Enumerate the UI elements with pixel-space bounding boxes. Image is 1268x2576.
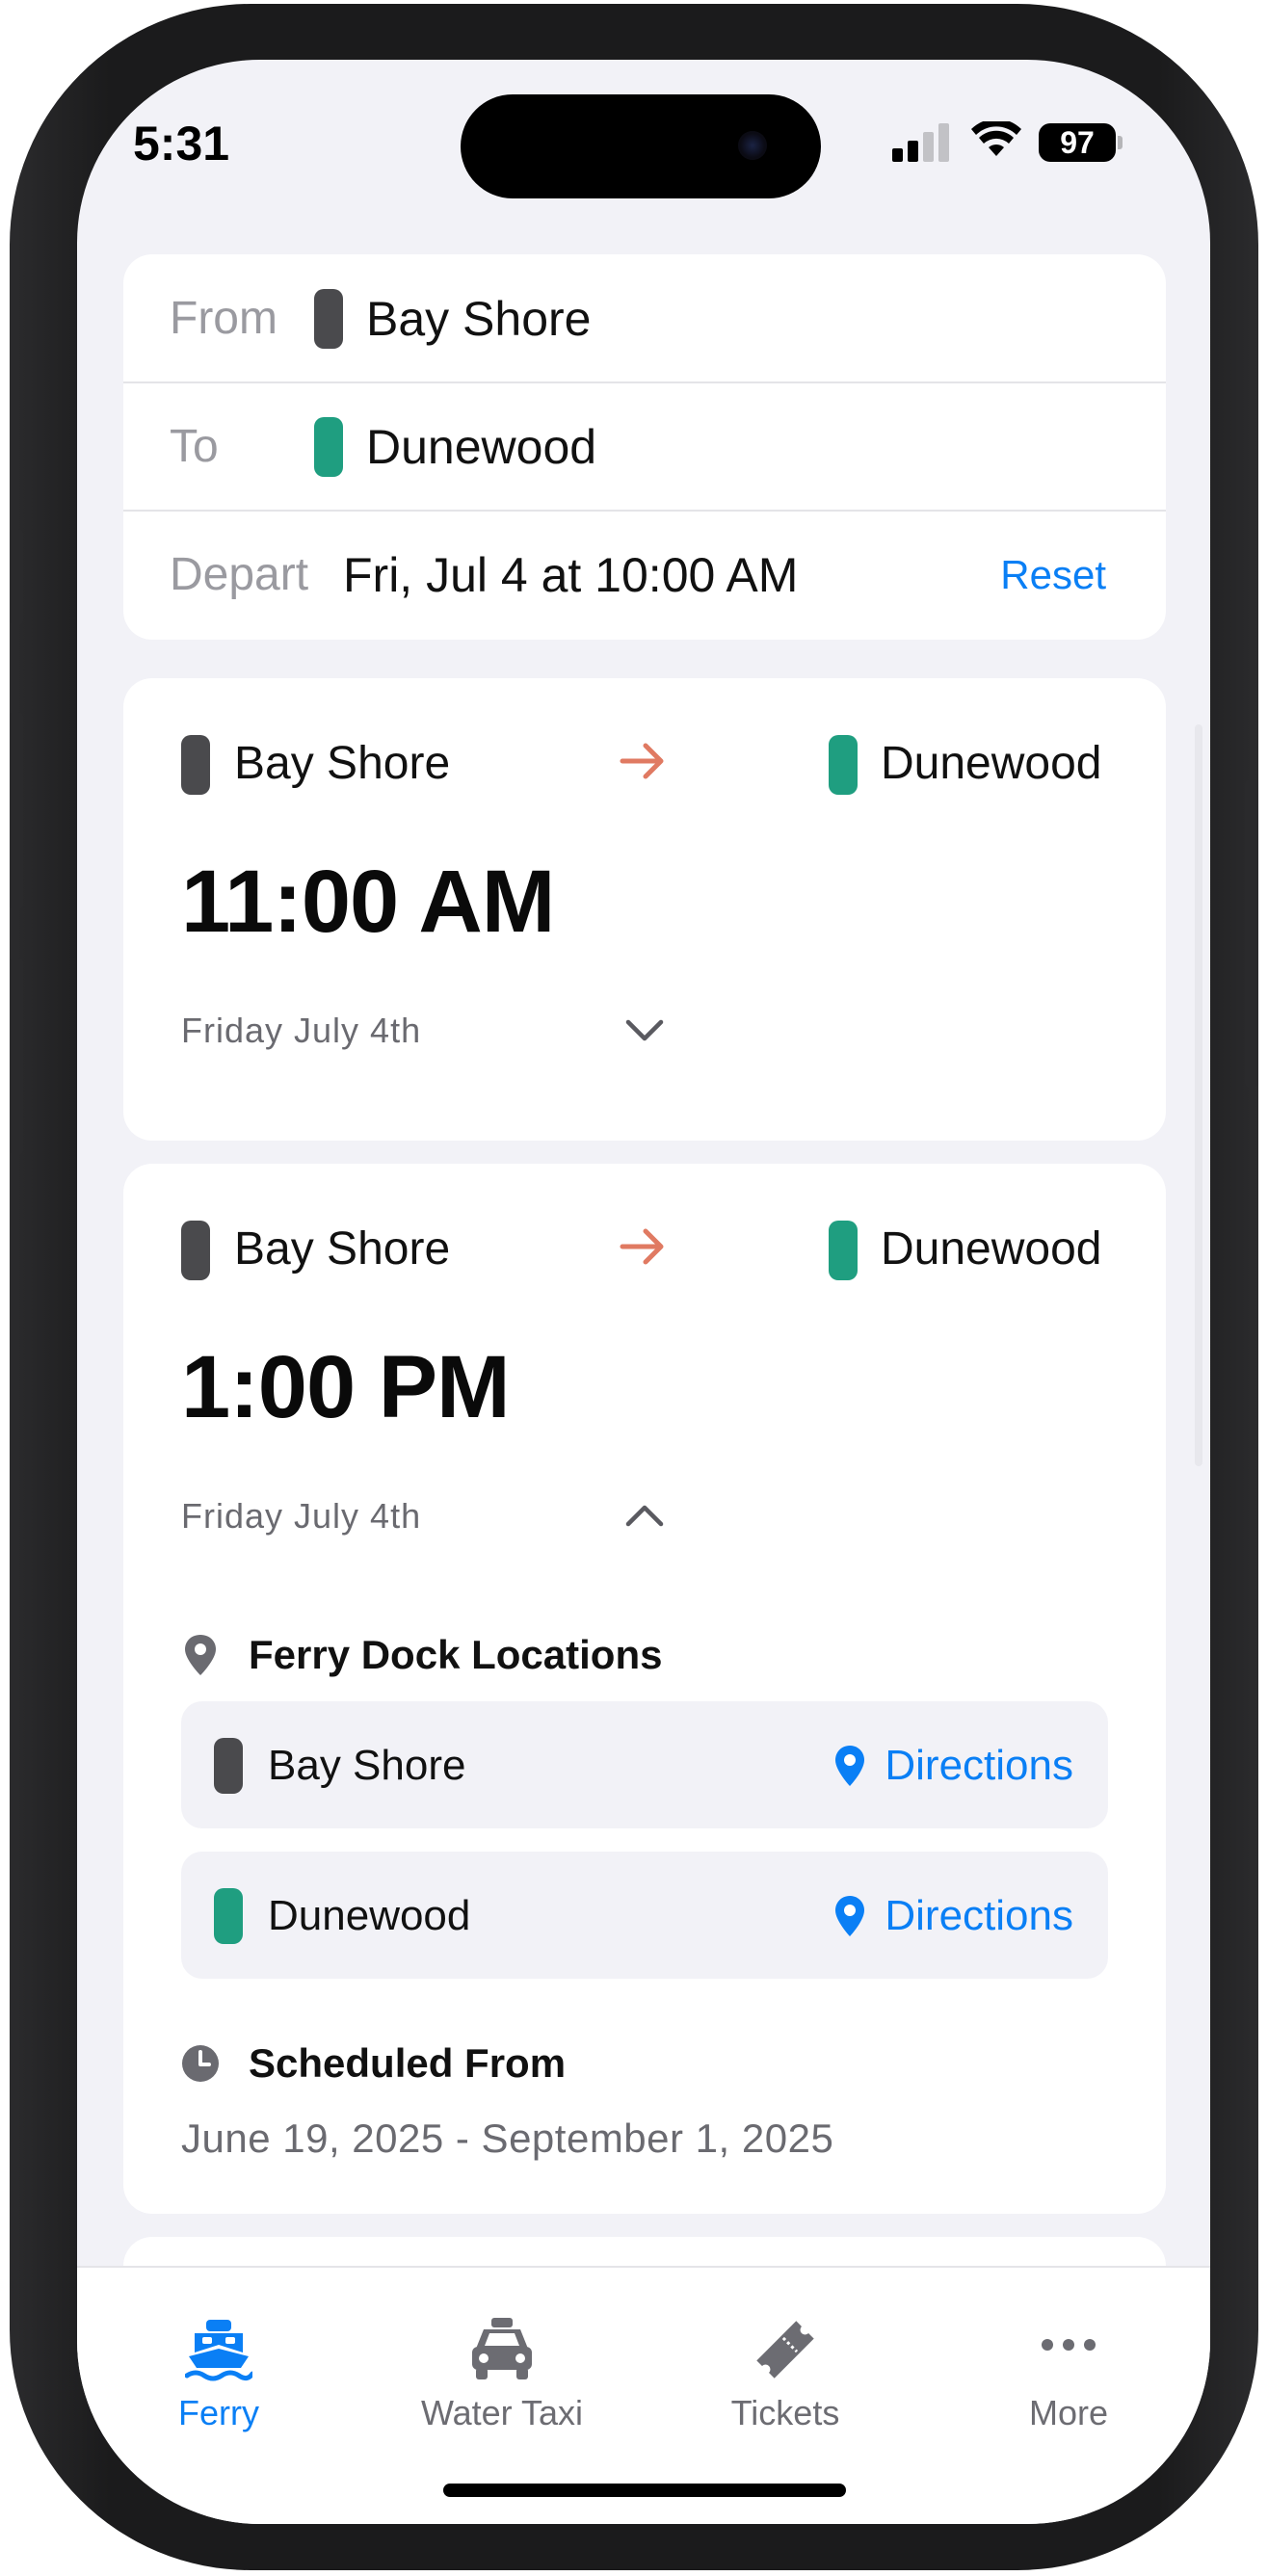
scrollbar[interactable] <box>1195 724 1202 1466</box>
action-button <box>10 529 23 625</box>
directions-link[interactable]: Directions <box>832 1892 1073 1940</box>
tab-water-taxi[interactable]: Water Taxi <box>360 2268 644 2460</box>
dock-locations-header: Ferry Dock Locations <box>181 1628 662 1682</box>
scheduled-from-header: Scheduled From <box>181 2037 566 2090</box>
schedule-range: June 19, 2025 - September 1, 2025 <box>181 2116 834 2161</box>
depart-row[interactable]: Depart Fri, Jul 4 at 10:00 AM Reset <box>123 511 1166 639</box>
to-row[interactable]: To Dunewood <box>123 382 1166 511</box>
depart-value: Fri, Jul 4 at 10:00 AM <box>343 547 799 602</box>
trip-route: Bay Shore Dunewood <box>123 1217 1166 1284</box>
taxi-icon <box>472 2318 532 2379</box>
tab-label: Tickets <box>730 2393 840 2432</box>
trip-date: Friday July 4th <box>181 1011 422 1050</box>
directions-label: Directions <box>885 1892 1073 1939</box>
to-label: To <box>170 421 219 472</box>
dynamic-island <box>461 94 821 198</box>
trip-search-form: From Bay Shore To Dunewood Depart Fri, J… <box>123 254 1166 640</box>
destination-pill <box>829 735 858 795</box>
tab-label: Water Taxi <box>420 2393 584 2432</box>
from-value: Bay Shore <box>366 291 592 346</box>
arrow-right-icon <box>620 743 664 779</box>
status-time: 5:31 <box>133 117 230 171</box>
tab-label: Ferry <box>178 2393 259 2432</box>
destination-pill <box>829 1221 858 1280</box>
scheduled-from-title: Scheduled From <box>249 2040 567 2086</box>
trip-date: Friday July 4th <box>181 1496 422 1536</box>
clock-icon <box>182 2045 219 2082</box>
phone-frame: 5:31 97 From Bay Shore To Dunewood Depar… <box>10 4 1258 2570</box>
tab-tickets[interactable]: Tickets <box>644 2268 927 2460</box>
dock-row: Dunewood Directions <box>181 1852 1108 1979</box>
trip-route: Bay Shore Dunewood <box>123 731 1166 799</box>
ferry-icon <box>185 2320 252 2381</box>
map-pin-icon <box>185 1635 216 1675</box>
destination-pill <box>314 416 343 477</box>
location-pin-icon <box>835 1896 865 1936</box>
trip-origin: Bay Shore <box>234 1223 451 1275</box>
chevron-up-icon[interactable] <box>622 1493 667 1538</box>
chevron-down-icon[interactable] <box>622 1008 667 1052</box>
wifi-icon <box>971 121 1021 156</box>
tab-ferry[interactable]: Ferry <box>77 2268 360 2460</box>
trip-time: 1:00 PM <box>181 1338 511 1436</box>
directions-link[interactable]: Directions <box>832 1742 1073 1790</box>
origin-pill <box>181 735 210 795</box>
to-value: Dunewood <box>366 419 597 474</box>
origin-pill <box>214 1738 243 1794</box>
origin-pill <box>181 1221 210 1280</box>
trip-card[interactable]: Bay Shore Dunewood 11:00 AM Friday July … <box>123 678 1166 1141</box>
signal-icon <box>892 123 949 162</box>
arrow-right-icon <box>620 1228 664 1265</box>
from-label: From <box>170 293 277 344</box>
reset-button[interactable]: Reset <box>1000 552 1106 598</box>
camera-icon <box>738 131 767 160</box>
from-row[interactable]: From Bay Shore <box>123 254 1166 382</box>
dock-name: Bay Shore <box>268 1742 466 1789</box>
dock-locations-title: Ferry Dock Locations <box>249 1632 663 1677</box>
power-button <box>1245 779 1258 1088</box>
dock-name: Dunewood <box>268 1892 471 1939</box>
location-pin-icon <box>835 1746 865 1786</box>
home-indicator[interactable] <box>443 2484 846 2497</box>
tab-more[interactable]: More <box>927 2268 1210 2460</box>
battery-tip <box>1118 136 1123 149</box>
destination-pill <box>214 1888 243 1944</box>
dock-row: Bay Shore Directions <box>181 1701 1108 1828</box>
battery-indicator: 97 <box>1039 123 1116 162</box>
trip-origin: Bay Shore <box>234 738 451 789</box>
tab-label: More <box>1028 2393 1109 2432</box>
depart-label: Depart <box>170 549 309 600</box>
trip-destination: Dunewood <box>881 738 1102 789</box>
screen: 5:31 97 From Bay Shore To Dunewood Depar… <box>77 60 1210 2524</box>
volume-up-button <box>10 712 23 909</box>
ticket-icon <box>756 2321 814 2379</box>
origin-pill <box>314 288 343 349</box>
trip-destination: Dunewood <box>881 1223 1102 1275</box>
more-icon <box>1042 2339 1096 2351</box>
trip-card-expanded[interactable]: Bay Shore Dunewood 1:00 PM Friday July 4… <box>123 1164 1166 2214</box>
trip-time: 11:00 AM <box>181 853 555 951</box>
volume-down-button <box>10 958 23 1155</box>
directions-label: Directions <box>885 1742 1073 1789</box>
